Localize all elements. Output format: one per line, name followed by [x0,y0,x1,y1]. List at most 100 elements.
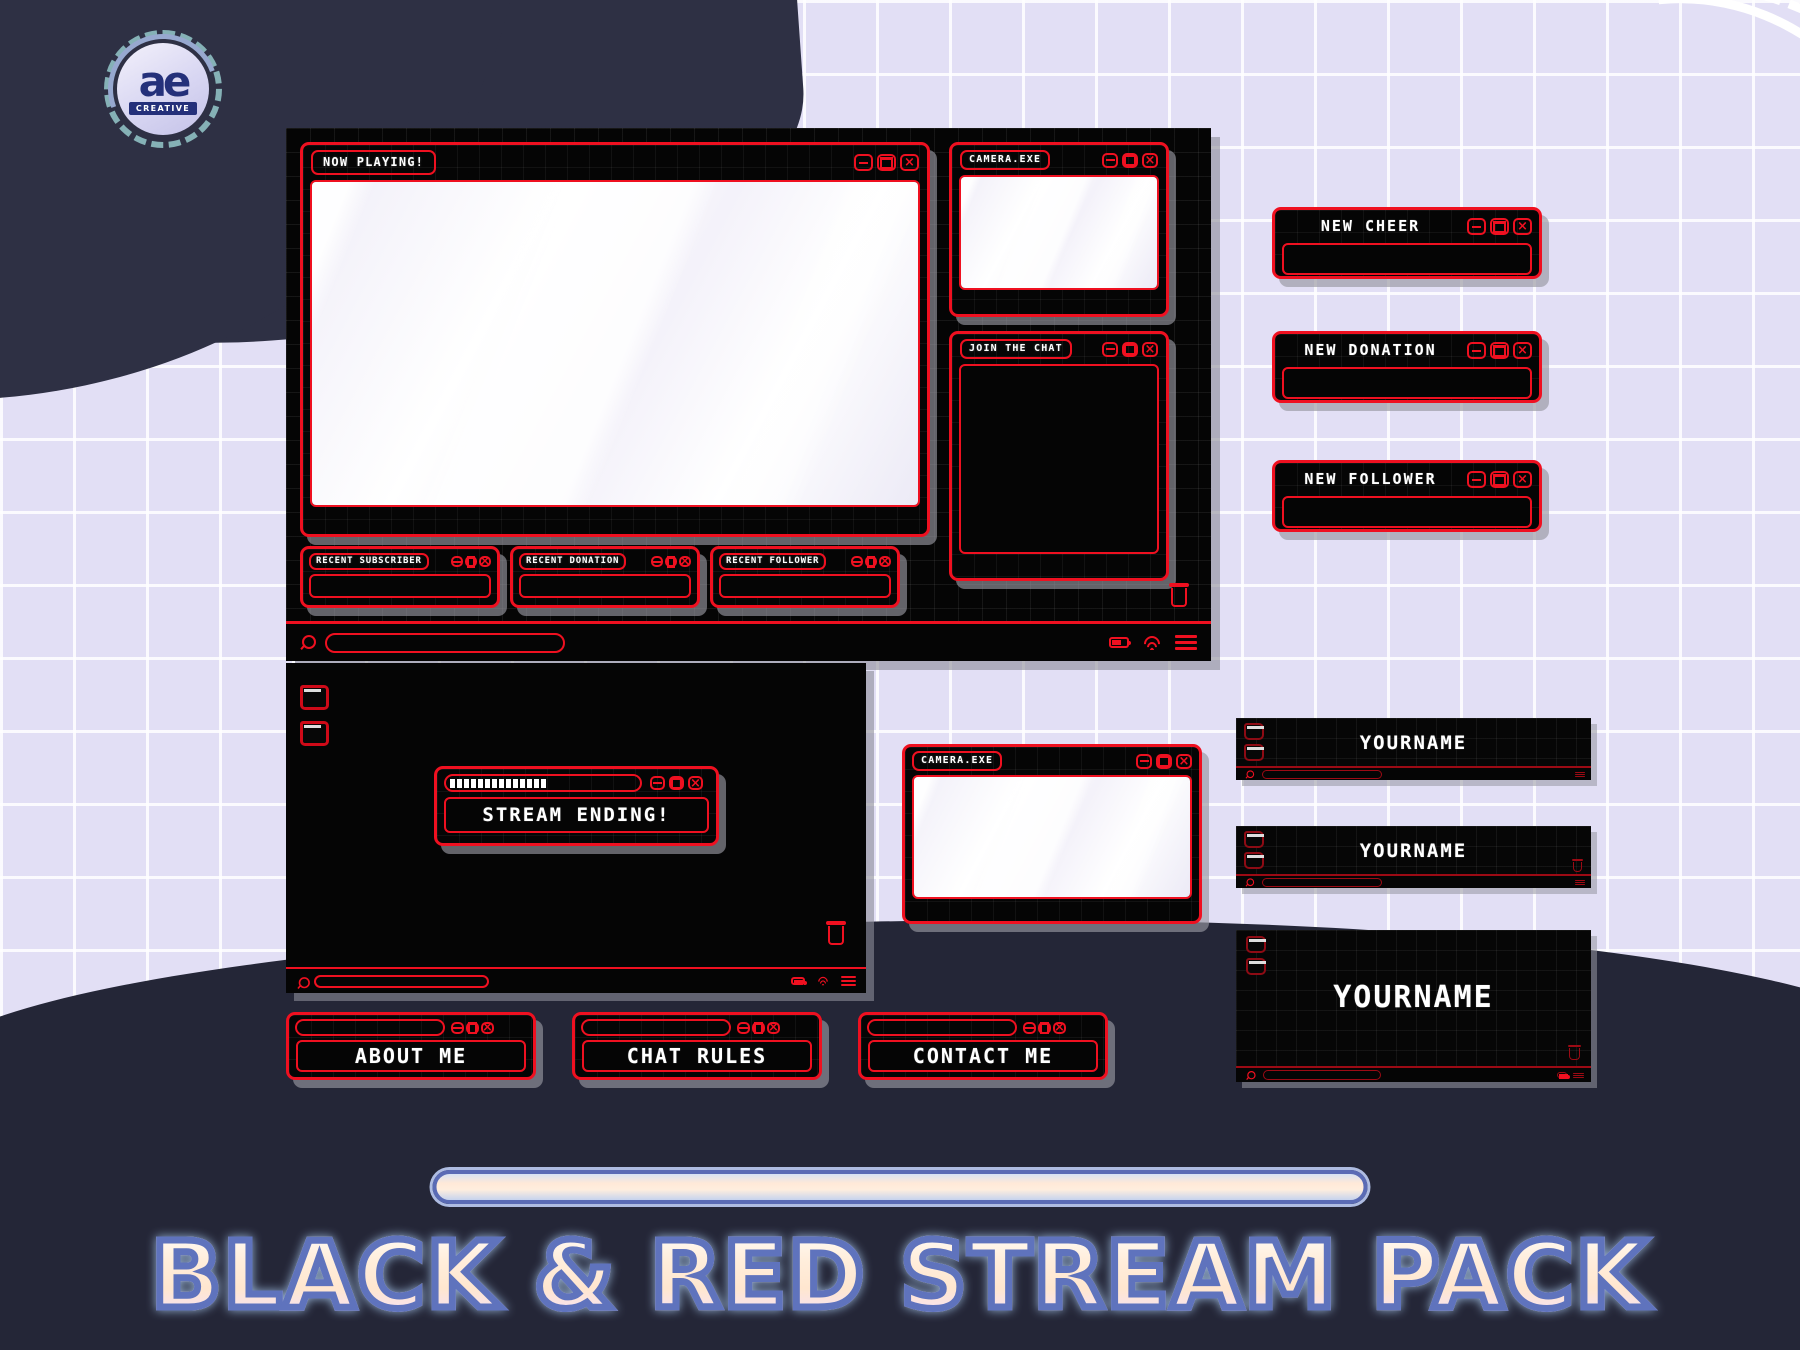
trash-icon[interactable] [1568,1045,1581,1060]
close-icon[interactable] [688,776,703,790]
close-icon[interactable] [900,154,919,171]
search-input[interactable] [1262,769,1382,779]
hamburger-menu-icon[interactable] [1175,635,1197,650]
maximize-icon[interactable] [669,776,684,790]
maximize-icon[interactable] [1122,152,1138,168]
maximize-icon[interactable] [1122,341,1138,357]
window-controls [1467,218,1532,235]
close-icon[interactable] [1176,753,1192,769]
maximize-icon[interactable] [1038,1021,1051,1034]
hamburger-menu-icon[interactable] [1575,771,1585,777]
maximize-icon[interactable] [1490,218,1509,235]
panel-contact-me[interactable]: CONTACT ME [858,1012,1108,1080]
close-icon[interactable] [1142,152,1158,168]
minimize-icon[interactable] [1467,471,1486,488]
wifi-icon[interactable] [816,974,830,989]
panel-chat-rules[interactable]: CHAT RULES [572,1012,822,1080]
close-icon[interactable] [1142,341,1158,357]
minimize-icon[interactable] [1467,218,1486,235]
window-join-chat[interactable]: JOIN THE CHAT [949,331,1169,581]
battery-icon[interactable] [1557,1072,1570,1079]
close-icon[interactable] [479,556,491,567]
minimize-icon[interactable] [1102,152,1118,168]
window-camera-main[interactable]: CAMERA.EXE [949,142,1169,317]
trash-can [1573,862,1582,872]
close-icon[interactable] [1513,471,1532,488]
search-icon[interactable] [300,635,316,650]
minimize-icon[interactable] [1023,1021,1036,1034]
search-input[interactable] [314,974,489,988]
window-recent-donation[interactable]: RECENT DONATION [510,546,700,608]
minimize-icon[interactable] [451,1021,464,1034]
contact-me-body: CONTACT ME [868,1040,1098,1072]
recent-follower-value [719,574,891,598]
maximize-icon[interactable] [1490,342,1509,359]
new-follower-content [1282,496,1532,528]
alert-new-follower[interactable]: NEW FOLLOWER [1272,460,1542,532]
window-camera-second[interactable]: CAMERA.EXE [902,744,1202,924]
chat-message-area[interactable] [959,364,1159,554]
battery-icon[interactable] [791,977,807,985]
hamburger-menu-icon[interactable] [1575,879,1585,885]
window-now-playing[interactable]: NOW PLAYING! [300,142,930,537]
minimize-icon[interactable] [1467,342,1486,359]
banner-taskbar [1236,874,1591,888]
maximize-icon[interactable] [865,556,877,567]
alert-title: NEW CHEER [1320,217,1421,235]
window-controls [451,1021,494,1034]
progress-segment [471,778,476,788]
close-icon[interactable] [767,1021,780,1034]
minimize-icon[interactable] [650,776,665,790]
search-input[interactable] [1263,1070,1381,1080]
maximize-icon[interactable] [466,1021,479,1034]
search-input[interactable] [325,632,565,653]
alert-new-cheer[interactable]: NEW CHEER [1272,207,1542,279]
hamburger-menu-icon[interactable] [1573,1072,1584,1078]
folder-icon[interactable] [300,721,329,746]
window-stream-ending[interactable]: STREAM ENDING! [434,766,719,846]
minimize-icon[interactable] [1102,341,1118,357]
folder-icon[interactable] [1246,936,1266,953]
minimize-icon[interactable] [451,556,463,567]
maximize-icon[interactable] [1156,753,1172,769]
wifi-icon[interactable] [1140,632,1164,655]
trash-icon[interactable] [1169,583,1189,607]
search-icon[interactable] [1246,1070,1256,1080]
panel-about-me[interactable]: ABOUT ME [286,1012,536,1080]
close-icon[interactable] [481,1021,494,1034]
search-icon[interactable] [297,976,310,988]
minimize-icon[interactable] [851,556,863,567]
titlebar-recent-follower: RECENT FOLLOWER [713,549,897,574]
minimize-icon[interactable] [651,556,663,567]
alert-new-donation[interactable]: NEW DONATION [1272,331,1542,403]
search-icon[interactable] [1245,877,1255,886]
close-icon[interactable] [1513,342,1532,359]
close-icon[interactable] [879,556,891,567]
video-preview [312,182,918,505]
maximize-icon[interactable] [1490,471,1509,488]
window-recent-subscriber[interactable]: RECENT SUBSCRIBER [300,546,500,608]
search-icon[interactable] [1245,769,1255,778]
battery-icon[interactable] [1109,637,1131,648]
maximize-icon[interactable] [665,556,677,567]
chat-rules-label: CHAT RULES [626,1044,768,1068]
close-icon[interactable] [1053,1021,1066,1034]
trash-icon[interactable] [1572,859,1583,872]
minimize-icon[interactable] [737,1021,750,1034]
minimize-icon[interactable] [854,154,873,171]
search-input[interactable] [1262,877,1382,887]
titlebar-stream-ending [437,769,716,797]
close-icon[interactable] [679,556,691,567]
maximize-icon[interactable] [877,154,896,171]
window-controls [1467,342,1532,359]
minimize-icon[interactable] [1136,753,1152,769]
window-recent-follower[interactable]: RECENT FOLLOWER [710,546,900,608]
maximize-icon[interactable] [752,1021,765,1034]
folder-icon[interactable] [1246,958,1266,975]
maximize-icon[interactable] [465,556,477,567]
folder-icon[interactable] [300,685,329,710]
hamburger-menu-icon[interactable] [841,976,856,986]
close-icon[interactable] [1513,218,1532,235]
trash-icon[interactable] [826,921,846,945]
progress-segment [541,778,546,788]
